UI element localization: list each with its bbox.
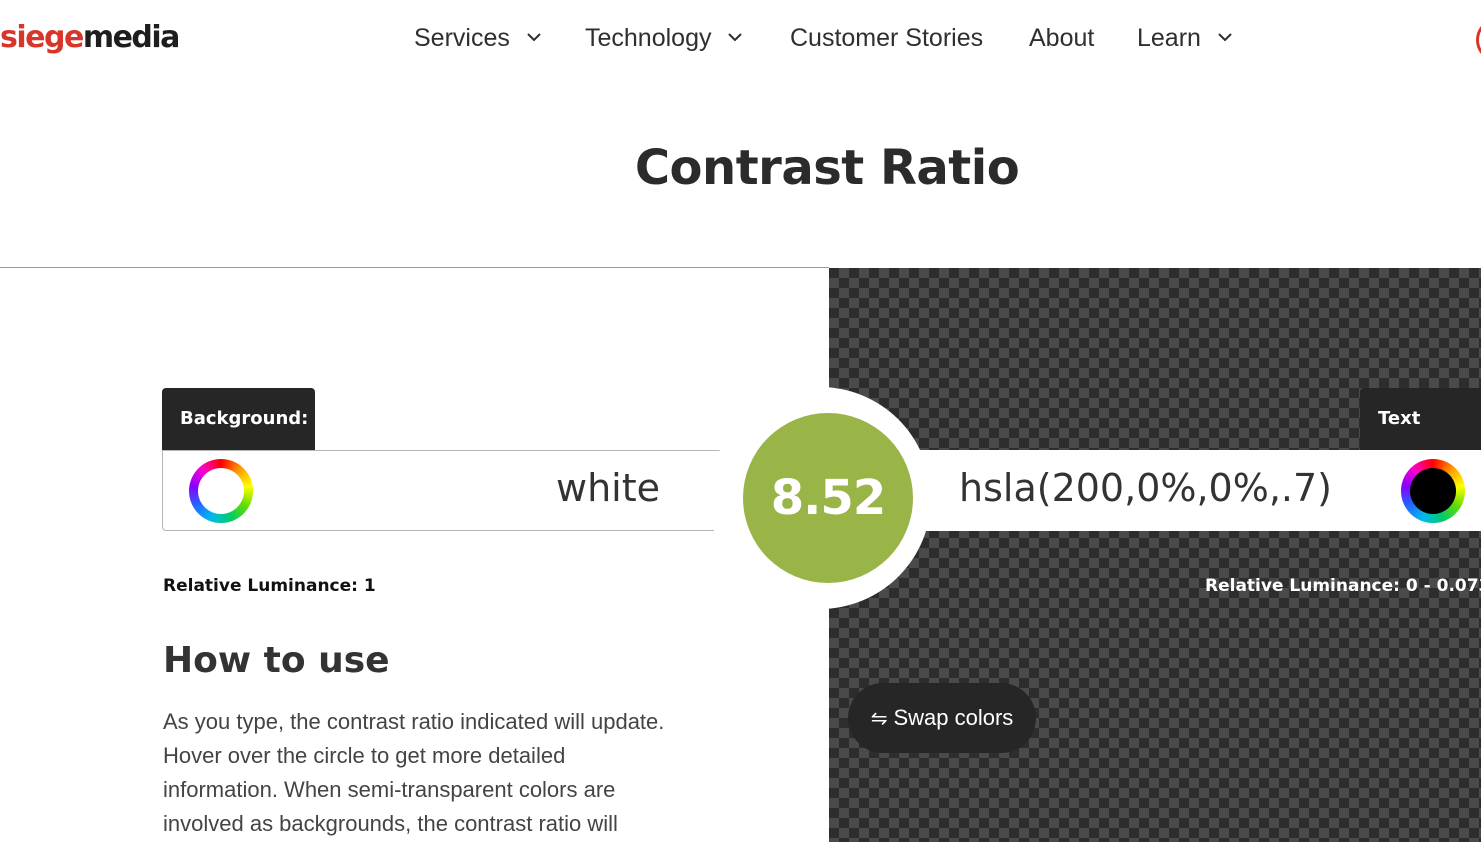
swap-colors-button[interactable]: ⇋ Swap colors	[848, 683, 1036, 753]
chevron-down-icon	[728, 33, 743, 42]
text-relative-luminance: Relative Luminance: 0 - 0.073	[1205, 576, 1481, 596]
text-color-input[interactable]	[930, 466, 1332, 510]
text-color-picker-icon[interactable]	[1401, 459, 1465, 523]
swap-colors-label: Swap colors	[893, 705, 1014, 730]
nav-technology[interactable]: Technology	[585, 18, 743, 58]
background-luminance-value: 1	[363, 576, 376, 596]
chevron-down-icon	[1218, 33, 1232, 42]
how-to-use-heading: How to use	[163, 640, 390, 681]
page-title: Contrast Ratio	[634, 140, 1020, 196]
text-luminance-value: 0 - 0.073	[1405, 576, 1481, 596]
nav-about[interactable]: About	[1029, 18, 1094, 58]
swap-arrows-icon: ⇋	[870, 708, 888, 730]
text-color-tab-label: Text color:	[1360, 388, 1481, 491]
nav-learn[interactable]: Learn	[1137, 18, 1232, 58]
background-color-swatch	[198, 468, 244, 514]
background-color-input[interactable]	[300, 466, 660, 510]
background-relative-luminance: Relative Luminance: 1	[163, 576, 376, 596]
background-tab-label: Background:	[162, 388, 315, 450]
nav-customer-stories[interactable]: Customer Stories	[790, 18, 983, 58]
text-color-swatch	[1410, 468, 1456, 514]
contrast-ratio-circle[interactable]: 8.52	[743, 413, 913, 583]
section-divider	[0, 267, 829, 268]
nav-learn-label: Learn	[1137, 24, 1201, 52]
main-nav: Services Technology Customer Stories Abo…	[0, 18, 1481, 58]
nav-services-label: Services	[414, 24, 510, 52]
transparency-checkerboard-preview	[829, 268, 1481, 842]
text-luminance-label: Relative Luminance:	[1205, 576, 1400, 596]
how-to-use-text: As you type, the contrast ratio indicate…	[163, 709, 665, 836]
background-color-picker-icon[interactable]	[189, 459, 253, 523]
nav-technology-label: Technology	[585, 24, 712, 52]
nav-about-label: About	[1029, 24, 1095, 52]
nav-services[interactable]: Services	[414, 18, 541, 58]
chevron-down-icon	[527, 33, 541, 42]
background-luminance-label: Relative Luminance:	[163, 576, 358, 596]
nav-customer-stories-label: Customer Stories	[790, 24, 984, 52]
page: siegemedia Services Technology Customer …	[0, 0, 1481, 842]
